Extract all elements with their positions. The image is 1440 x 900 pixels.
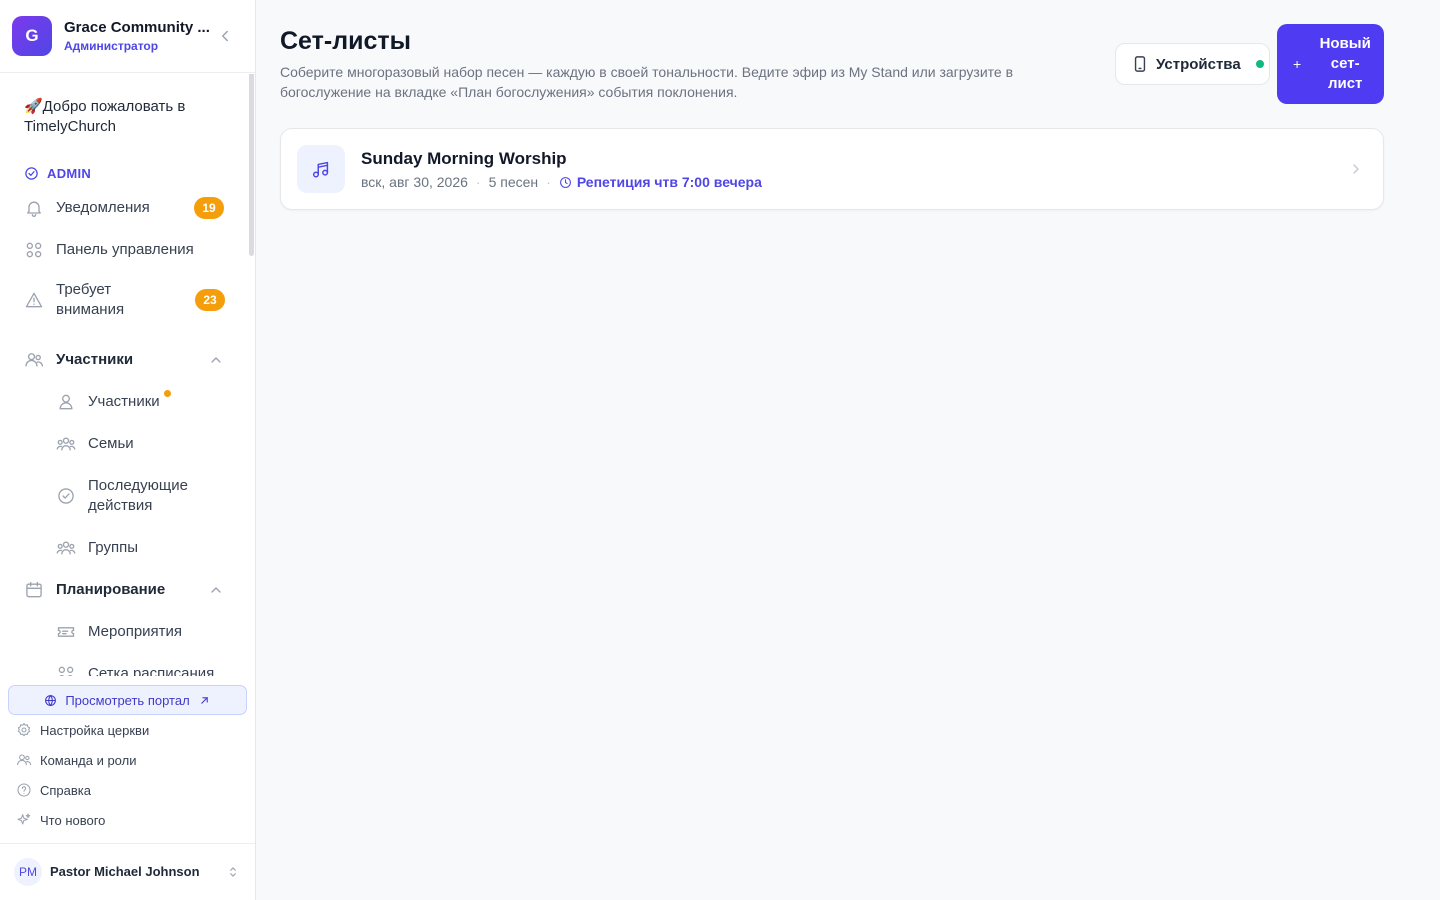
sidebar-nav: 🚀Добро пожаловать в TimelyChurch ADMIN У… — [0, 74, 255, 676]
warning-icon — [24, 290, 44, 310]
team-roles-link[interactable]: Команда и роли — [16, 752, 136, 768]
sparkles-icon — [16, 812, 32, 828]
new-setlist-button[interactable]: + Новый сет-лист — [1277, 24, 1384, 104]
sidebar-item-groups[interactable]: Группы — [56, 538, 232, 558]
user-icon — [56, 392, 76, 412]
sidebar-item-label: Группы — [88, 539, 138, 556]
page-subtitle: Соберите многоразовый набор песен — кажд… — [280, 64, 1014, 100]
users-icon — [24, 350, 44, 370]
sidebar-item-label: Панель управления — [56, 241, 194, 258]
chevron-up-icon[interactable] — [208, 582, 224, 598]
sidebar: G Grace Community ... Администратор 🚀Доб… — [0, 0, 256, 900]
team-roles-label: Команда и роли — [40, 752, 137, 768]
user-menu[interactable]: PM Pastor Michael Johnson — [0, 843, 255, 900]
notifications-badge: 19 — [194, 197, 224, 219]
sidebar-item-dashboard[interactable]: Панель управления — [24, 240, 232, 260]
family-icon — [56, 434, 76, 454]
sidebar-item-label: Мероприятия — [88, 623, 183, 640]
sidebar-item-label: Семьи — [88, 435, 134, 452]
users-icon — [16, 752, 32, 768]
org-logo: G — [12, 16, 52, 56]
help-label: Справка — [40, 782, 91, 798]
meta-separator: · — [546, 174, 551, 190]
whats-new-link[interactable]: Что нового — [16, 812, 105, 828]
welcome-link[interactable]: 🚀Добро пожаловать в TimelyChurch — [24, 97, 224, 137]
grid-icon — [56, 664, 76, 676]
groups-icon — [56, 538, 76, 558]
collapse-sidebar-icon[interactable] — [216, 27, 234, 45]
setlist-song-count: 5 песен — [488, 174, 539, 190]
admin-section-label: ADMIN — [24, 165, 91, 181]
sidebar-scrollbar[interactable] — [249, 74, 254, 256]
sidebar-item-attention[interactable]: Требует внимания 23 — [24, 280, 232, 320]
setlist-title: Sunday Morning Worship — [361, 149, 567, 168]
sidebar-item-members[interactable]: Участники — [56, 389, 232, 412]
sidebar-item-followups[interactable]: Последующие действия — [56, 476, 232, 516]
sidebar-item-label: Последующие действия — [88, 477, 188, 514]
chevron-up-down-icon — [226, 865, 240, 879]
page-title: Сет-листы — [280, 27, 411, 55]
setlist-date: вск, авг 30, 2026 — [361, 174, 468, 190]
new-indicator-dot — [163, 389, 171, 397]
setlist-meta: вск, авг 30, 2026 · 5 песен · Репетиция … — [361, 174, 762, 190]
devices-button[interactable]: Устройства — [1115, 43, 1270, 85]
setlist-card[interactable]: Sunday Morning Worship вск, авг 30, 2026… — [280, 128, 1384, 210]
grid-icon — [24, 240, 44, 260]
check-circle-icon — [24, 166, 39, 181]
attention-badge: 23 — [195, 289, 225, 311]
clock-icon — [559, 176, 572, 189]
avatar: PM — [14, 858, 42, 886]
view-portal-label: Просмотреть портал — [65, 692, 190, 708]
ticket-icon — [56, 622, 76, 642]
globe-icon — [44, 694, 57, 707]
meta-separator: · — [475, 174, 481, 190]
sidebar-item-label: Сетка расписания — [88, 665, 215, 676]
calendar-icon — [24, 580, 44, 600]
sidebar-group-members[interactable]: Участники — [24, 350, 232, 370]
external-link-icon — [198, 694, 211, 707]
music-note-icon — [297, 145, 345, 193]
sidebar-item-notifications[interactable]: Уведомления 19 — [24, 197, 232, 219]
sidebar-group-label: Участники — [56, 351, 134, 368]
view-portal-button[interactable]: Просмотреть портал — [8, 685, 247, 715]
sidebar-group-planning[interactable]: Планирование — [24, 580, 232, 600]
plus-icon: + — [1293, 56, 1302, 72]
org-name: Grace Community ... — [64, 19, 210, 36]
church-settings-label: Настройка церкви — [40, 722, 150, 738]
sidebar-item-events[interactable]: Мероприятия — [56, 622, 232, 642]
sidebar-item-schedule[interactable]: Сетка расписания — [56, 664, 232, 676]
devices-label: Устройства — [1156, 55, 1241, 73]
setlist-rehearsal: Репетиция чтв 7:00 вечера — [559, 174, 762, 190]
gear-icon — [16, 722, 32, 738]
new-setlist-label: Новый сет-лист — [1319, 35, 1371, 92]
chevron-right-icon — [1348, 161, 1364, 177]
sidebar-group-label: Планирование — [56, 581, 166, 598]
sidebar-item-label: Уведомления — [56, 199, 150, 216]
phone-icon — [1133, 56, 1147, 72]
check-circle-icon — [56, 486, 76, 506]
org-role: Администратор — [64, 39, 159, 53]
bell-icon — [24, 198, 44, 218]
device-status-dot — [1255, 60, 1264, 68]
whats-new-label: Что нового — [40, 812, 106, 828]
church-settings-link[interactable]: Настройка церкви — [16, 722, 149, 738]
user-name: Pastor Michael Johnson — [50, 864, 200, 879]
org-switcher[interactable]: G Grace Community ... Администратор — [0, 0, 255, 73]
sidebar-item-label: Требует внимания — [56, 281, 125, 318]
help-circle-icon — [16, 782, 32, 798]
chevron-up-icon[interactable] — [208, 352, 224, 368]
sidebar-item-label: Участники — [88, 393, 160, 410]
sidebar-item-families[interactable]: Семьи — [56, 434, 232, 454]
help-link[interactable]: Справка — [16, 782, 91, 798]
